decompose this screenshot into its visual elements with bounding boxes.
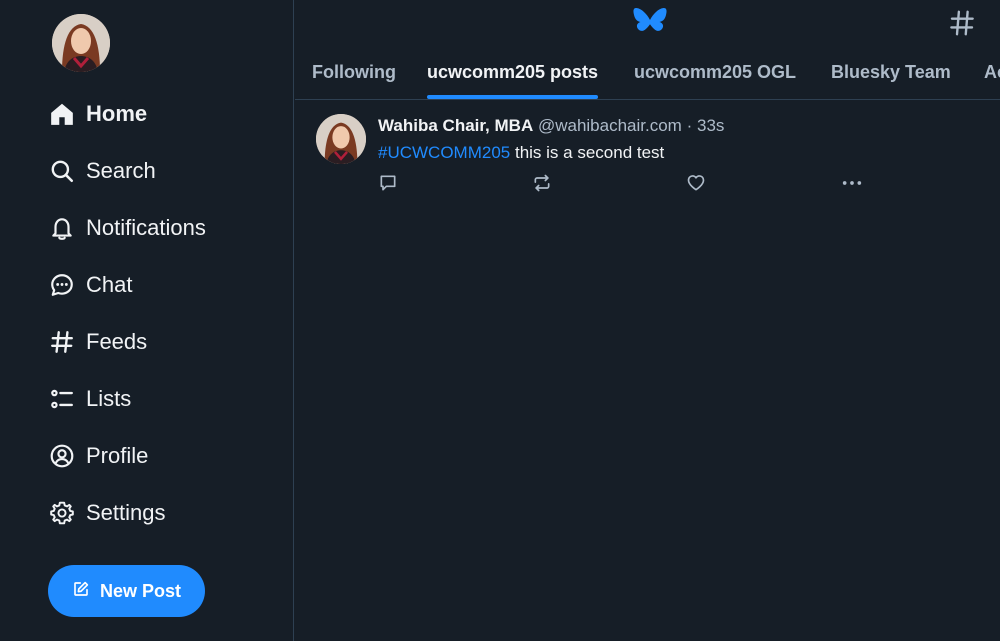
- reply-button[interactable]: [377, 174, 399, 196]
- left-sidebar: Home Search Notifications Chat Feeds Lis…: [0, 0, 294, 641]
- user-avatar[interactable]: [52, 14, 110, 72]
- profile-icon: [48, 442, 76, 470]
- like-button[interactable]: [685, 174, 707, 196]
- chat-icon: [48, 271, 76, 299]
- nav-chat-label: Chat: [86, 272, 133, 297]
- tab-label: Following: [312, 62, 396, 82]
- post-header: Wahiba Chair, MBA @wahibachair.com · 33s: [378, 116, 724, 136]
- tab-ucwcomm205-posts[interactable]: ucwcomm205 posts: [427, 52, 599, 100]
- tab-label: ucwcomm205 OGL: [634, 62, 797, 82]
- post-hashtag[interactable]: #UCWCOMM205: [378, 143, 510, 162]
- feeds-hash-button[interactable]: [947, 8, 979, 40]
- nav-feeds-label: Feeds: [86, 329, 148, 354]
- tab-label: Bluesky Team: [831, 62, 951, 82]
- nav-search[interactable]: Search: [48, 151, 156, 191]
- new-post-label: New Post: [99, 580, 182, 601]
- reply-icon: [378, 173, 398, 198]
- repost-button[interactable]: [531, 174, 553, 196]
- tab-label: Ac: [984, 62, 1000, 82]
- ellipsis-icon: [841, 172, 863, 199]
- nav-notifications[interactable]: Notifications: [48, 208, 206, 248]
- author-handle[interactable]: @wahibachair.com: [538, 116, 682, 135]
- nav-chat[interactable]: Chat: [48, 265, 132, 305]
- new-post-button[interactable]: New Post: [48, 565, 205, 617]
- post-body: this is a second test: [510, 143, 665, 162]
- tab-ucwcomm205-ogl[interactable]: ucwcomm205 OGL: [634, 52, 796, 100]
- nav-feeds[interactable]: Feeds: [48, 322, 147, 362]
- nav-lists[interactable]: Lists: [48, 379, 131, 419]
- butterfly-logo[interactable]: [633, 7, 667, 37]
- home-icon: [48, 100, 76, 128]
- hash-icon: [947, 10, 977, 42]
- post-timestamp[interactable]: 33s: [697, 116, 724, 135]
- nav-notifications-label: Notifications: [86, 215, 206, 240]
- nav-home-label: Home: [86, 101, 148, 126]
- nav-settings-label: Settings: [86, 500, 166, 525]
- heart-icon: [686, 173, 706, 198]
- list-icon: [48, 385, 76, 413]
- nav-profile[interactable]: Profile: [48, 436, 148, 476]
- tab-bluesky-team[interactable]: Bluesky Team: [831, 52, 951, 100]
- active-tab-indicator: [427, 95, 599, 99]
- gear-icon: [48, 499, 76, 527]
- bell-icon: [48, 214, 76, 242]
- nav-home[interactable]: Home: [48, 94, 147, 134]
- app: Home Search Notifications Chat Feeds Lis…: [0, 0, 1000, 641]
- author-avatar[interactable]: [316, 114, 366, 164]
- post-separator: ·: [686, 116, 693, 135]
- nav-settings[interactable]: Settings: [48, 493, 166, 533]
- search-icon: [48, 157, 76, 185]
- author-name[interactable]: Wahiba Chair, MBA: [378, 116, 533, 135]
- post-text: #UCWCOMM205 this is a second test: [378, 143, 664, 163]
- more-options-button[interactable]: [841, 174, 863, 196]
- nav-lists-label: Lists: [86, 386, 132, 411]
- main-feed: Following ucwcomm205 posts ucwcomm205 OG…: [295, 0, 1000, 641]
- tab-overflow[interactable]: Ac: [984, 52, 1000, 100]
- repost-icon: [532, 173, 552, 198]
- nav-profile-label: Profile: [86, 443, 149, 468]
- hash-icon: [48, 328, 76, 356]
- tab-label: ucwcomm205 posts: [427, 62, 599, 82]
- compose-icon: [72, 580, 90, 603]
- feed-header: Following ucwcomm205 posts ucwcomm205 OG…: [295, 0, 1000, 100]
- tab-following[interactable]: Following: [312, 52, 396, 100]
- nav-search-label: Search: [86, 158, 156, 183]
